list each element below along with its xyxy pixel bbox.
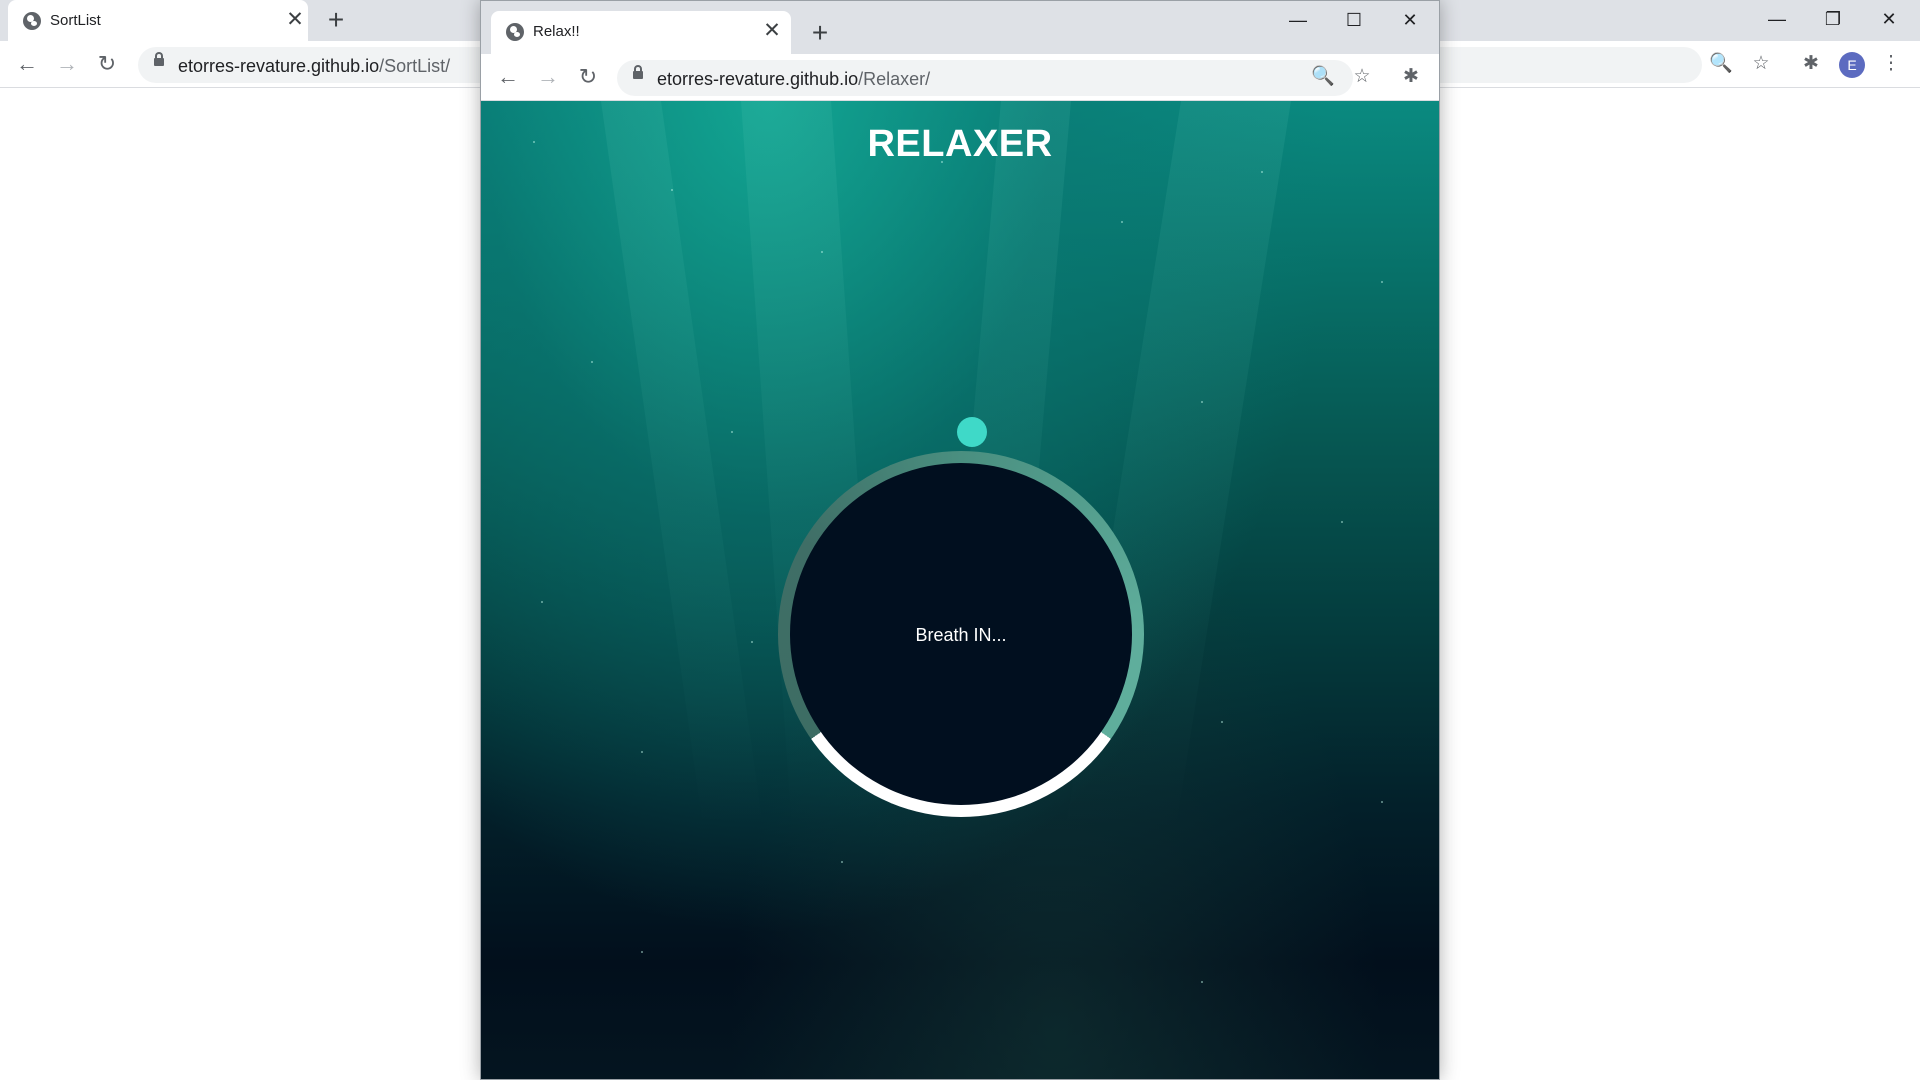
zoom-icon[interactable]: 🔍 xyxy=(1311,65,1335,89)
relaxer-page: RELAXER Breath IN... xyxy=(481,101,1439,1079)
particle xyxy=(1341,521,1343,523)
extensions-icon[interactable]: ✱ xyxy=(1799,52,1823,76)
new-tab-button[interactable]: + xyxy=(806,19,834,47)
particle xyxy=(1201,401,1203,403)
tab-title: SortList xyxy=(50,12,101,29)
url-text: etorres-revature.github.io/SortList/ xyxy=(178,56,451,76)
breath-circle-inner: Breath IN... xyxy=(790,463,1132,805)
light-ray xyxy=(601,101,765,836)
breath-text: Breath IN... xyxy=(915,625,1007,645)
forward-icon[interactable]: → xyxy=(535,64,561,90)
particle xyxy=(541,601,543,603)
back-icon[interactable]: ← xyxy=(14,51,40,77)
particle xyxy=(1381,801,1383,803)
new-tab-button[interactable]: + xyxy=(322,6,350,34)
bookmark-star-icon[interactable]: ☆ xyxy=(1350,65,1374,89)
maximize-button[interactable]: ☐ xyxy=(1331,5,1377,35)
particle xyxy=(841,861,843,863)
bookmark-star-icon[interactable]: ☆ xyxy=(1749,52,1773,76)
back-icon[interactable]: ← xyxy=(495,64,521,90)
page-title: RELAXER xyxy=(867,123,1053,165)
breath-circle: Breath IN... xyxy=(778,451,1144,817)
reload-icon[interactable]: ↻ xyxy=(94,51,120,77)
particle xyxy=(1121,221,1123,223)
minimize-button[interactable]: — xyxy=(1754,4,1800,34)
profile-avatar[interactable]: E xyxy=(1839,52,1865,78)
particle xyxy=(641,751,643,753)
menu-icon[interactable]: ⋮ xyxy=(1879,52,1903,76)
breath-pointer-dot xyxy=(957,417,987,447)
close-window-button[interactable]: ✕ xyxy=(1387,5,1433,35)
front-browser-window: Relax!! ✕ + — ☐ ✕ ← → ↻ etorres-revature… xyxy=(480,0,1440,1080)
tab-relax[interactable]: Relax!! ✕ xyxy=(491,11,791,54)
lock-icon xyxy=(154,52,164,66)
particle xyxy=(821,251,823,253)
particle xyxy=(751,641,753,643)
particle xyxy=(731,431,733,433)
reload-icon[interactable]: ↻ xyxy=(575,64,601,90)
particle xyxy=(591,361,593,363)
tab-sortlist[interactable]: SortList ✕ xyxy=(8,0,308,41)
close-tab-icon[interactable]: ✕ xyxy=(761,20,783,42)
address-bar[interactable]: etorres-revature.github.io/Relaxer/ xyxy=(617,60,1353,96)
particle xyxy=(641,951,643,953)
url-text: etorres-revature.github.io/Relaxer/ xyxy=(657,69,931,89)
close-window-button[interactable]: ✕ xyxy=(1866,4,1912,34)
close-tab-icon[interactable]: ✕ xyxy=(284,9,306,31)
lock-icon xyxy=(633,65,643,79)
restore-button[interactable]: ❐ xyxy=(1810,4,1856,34)
extensions-icon[interactable]: ✱ xyxy=(1399,65,1423,89)
particle xyxy=(1381,281,1383,283)
particle xyxy=(671,189,673,191)
tab-strip: Relax!! ✕ + — ☐ ✕ xyxy=(481,1,1439,54)
toolbar: ← → ↻ etorres-revature.github.io/Relaxer… xyxy=(481,54,1439,101)
particle xyxy=(1201,981,1203,983)
globe-icon xyxy=(506,23,524,41)
tab-title: Relax!! xyxy=(533,23,580,40)
forward-icon[interactable]: → xyxy=(54,51,80,77)
globe-icon xyxy=(23,12,41,30)
minimize-button[interactable]: — xyxy=(1275,5,1321,35)
zoom-icon[interactable]: 🔍 xyxy=(1709,52,1733,76)
particle xyxy=(1261,171,1263,173)
particle xyxy=(1221,721,1223,723)
